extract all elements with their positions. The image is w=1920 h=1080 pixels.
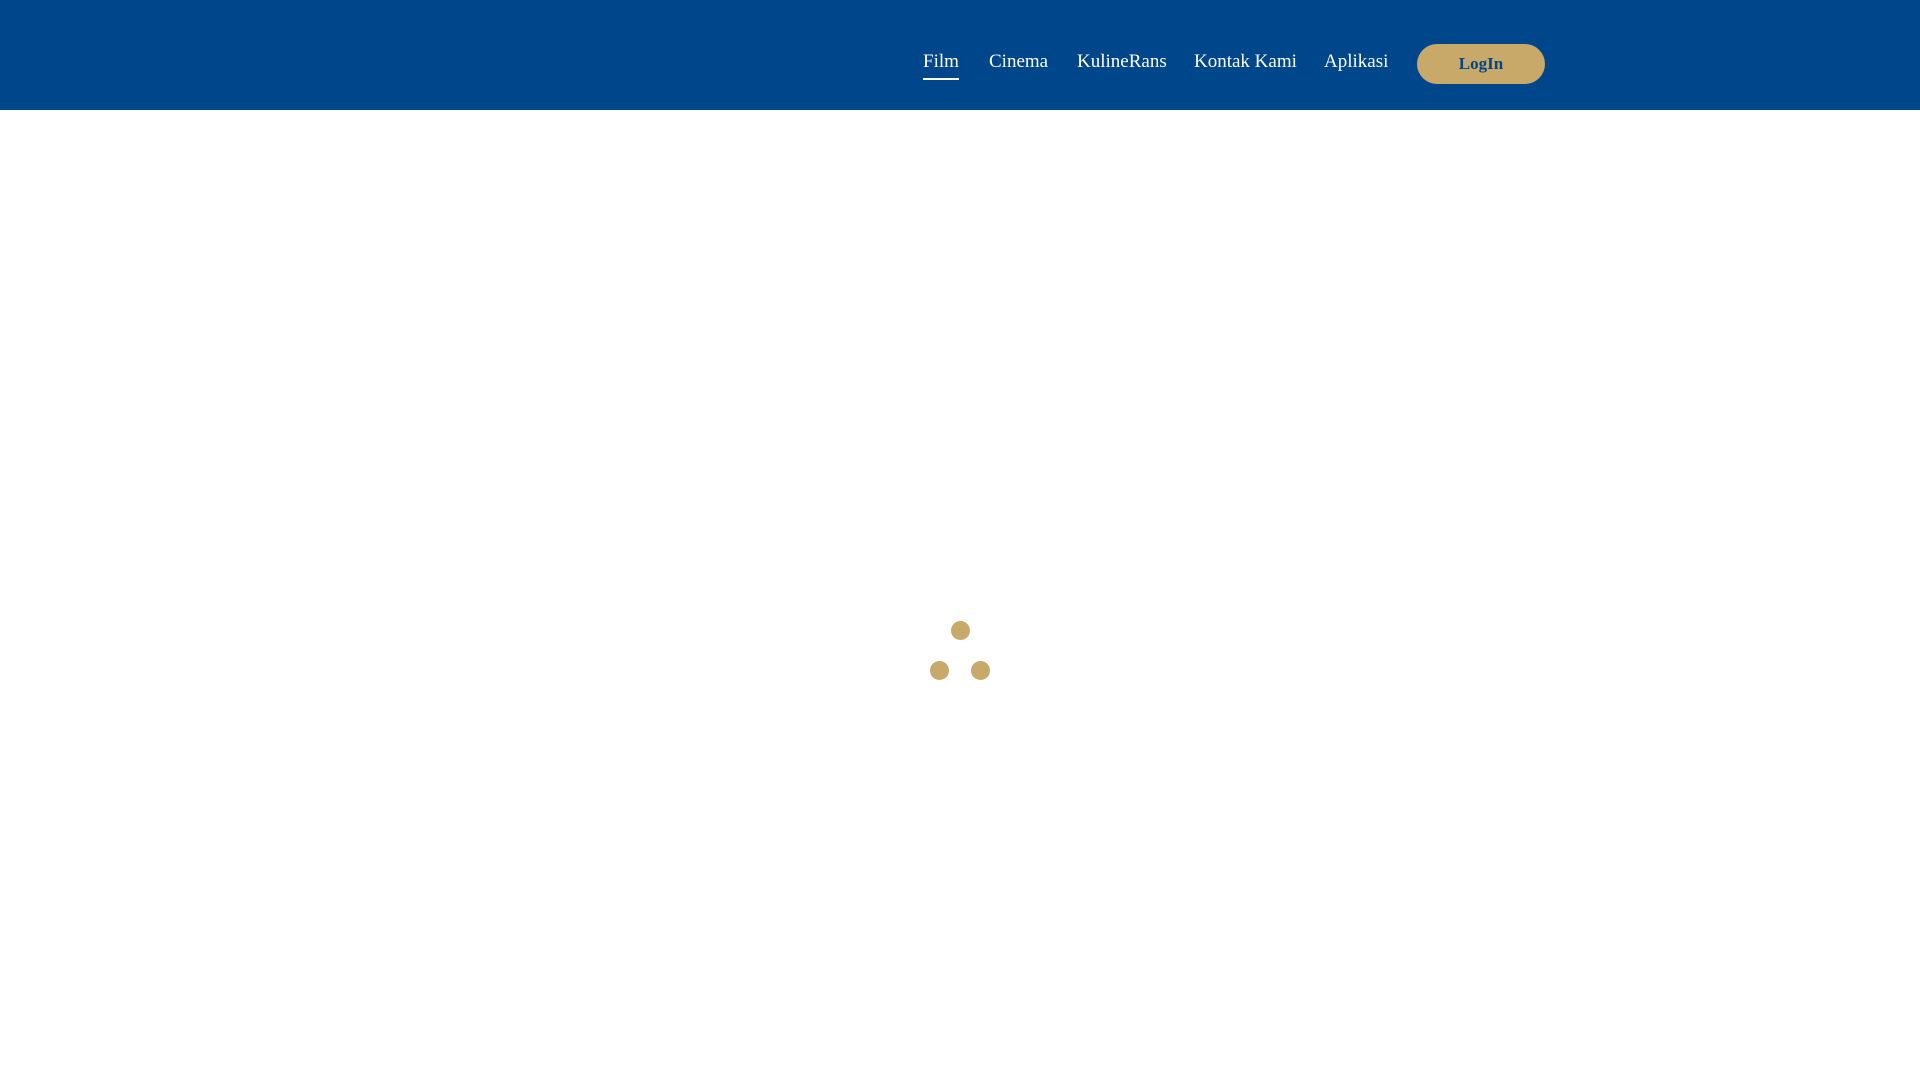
- nav-aplikasi-link[interactable]: Aplikasi: [1324, 50, 1388, 74]
- main-nav: Film Cinema KulineRans Kontak Kami Aplik…: [0, 0, 1920, 110]
- login-button[interactable]: LogIn: [1417, 44, 1545, 84]
- loader-dot-top: [951, 621, 970, 640]
- nav-kontak-kami-link[interactable]: Kontak Kami: [1194, 50, 1297, 74]
- loader-dot-right: [971, 661, 990, 680]
- loading-dots-icon: [920, 615, 1000, 685]
- top-navigation-bar: Film Cinema KulineRans Kontak Kami Aplik…: [0, 0, 1920, 110]
- nav-cinema-link[interactable]: Cinema: [989, 50, 1048, 74]
- nav-film-link[interactable]: Film: [923, 50, 959, 80]
- nav-kulinerans-link[interactable]: KulineRans: [1077, 50, 1167, 74]
- loader-dot-left: [930, 661, 949, 680]
